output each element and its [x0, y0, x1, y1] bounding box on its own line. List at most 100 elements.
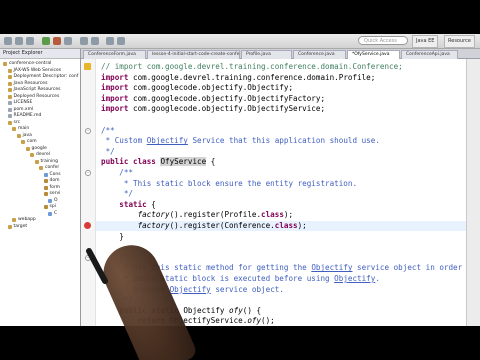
tree-item[interactable]: Cons — [43, 171, 61, 178]
folder-icon — [12, 218, 16, 222]
back-icon[interactable] — [106, 37, 114, 45]
code-line: static { — [119, 199, 156, 209]
editor-tab[interactable]: lesson-4-initial-start-code-create-confe… — [147, 50, 240, 59]
tree-item[interactable]: Java Resources — [7, 81, 47, 87]
project-explorer-panel: Project Explorer conference-central JAX-W… — [0, 49, 81, 326]
tree-item-label: confer — [45, 165, 60, 170]
tree-item[interactable]: JavaScript Resources — [7, 87, 61, 93]
tree-item-label: Cons — [49, 171, 61, 177]
editor-scrollbar[interactable] — [466, 59, 480, 326]
debug-icon[interactable] — [53, 37, 61, 45]
file-icon — [7, 114, 12, 118]
tree-item[interactable]: README.md — [7, 113, 41, 119]
tree-item-label: conference-central — [9, 61, 52, 66]
java-icon — [43, 172, 48, 177]
tree-item[interactable]: java — [16, 132, 32, 139]
tree-item[interactable]: target — [7, 224, 27, 230]
tree-item[interactable]: src — [7, 119, 21, 126]
tree-item[interactable]: Deployment Descriptor: conf — [7, 74, 79, 80]
tree-item[interactable]: JAX-WS Web Services — [7, 67, 62, 74]
run-icon[interactable] — [42, 37, 50, 45]
code-line: import com.googlecode.objectify.Objectif… — [101, 83, 294, 93]
new-icon[interactable] — [4, 37, 12, 45]
perspective-java-ee[interactable]: Java EE — [412, 35, 439, 48]
open-type-icon[interactable] — [91, 37, 99, 45]
tree-item[interactable]: LICENSE — [7, 100, 33, 106]
editor-tab[interactable]: ConferenceApi.java — [401, 50, 458, 59]
package-icon — [43, 205, 48, 209]
editor-tab[interactable]: Profile.java — [241, 50, 292, 59]
save-icon[interactable] — [15, 37, 23, 45]
external-tools-icon[interactable] — [64, 37, 72, 45]
code-line: */ — [101, 146, 115, 156]
editor-tab[interactable]: ConferenceForm.java — [83, 50, 146, 59]
tree-item[interactable]: devrel — [30, 152, 50, 158]
editor-tab[interactable]: Conference.java — [293, 50, 346, 59]
tree-item-label: src — [13, 119, 21, 125]
tree-item-label: main — [18, 126, 30, 131]
tree-item-label: devrel — [36, 152, 51, 157]
tree-item-label: com — [27, 139, 37, 144]
tree-item-label: LICENSE — [13, 100, 33, 105]
tree-item-label: JavaScript Resources — [13, 87, 61, 92]
editor-tab[interactable]: *OfyService.java — [347, 50, 400, 59]
folder-icon — [39, 166, 43, 170]
fold-toggle-icon[interactable]: - — [85, 127, 91, 134]
package-icon — [43, 179, 48, 183]
package-icon — [43, 185, 48, 190]
code-line: } — [101, 231, 124, 241]
main-toolbar: Quick Access Java EE Resource — [0, 34, 480, 49]
tree-item-label: servi — [49, 191, 61, 196]
code-line: */ — [101, 189, 134, 199]
tree-item[interactable]: confer — [39, 165, 59, 171]
tree-item[interactable]: servi — [43, 191, 61, 197]
java-icon — [48, 198, 52, 203]
code-line: import com.google.devrel.training.confer… — [101, 72, 376, 82]
tree-item[interactable]: main — [12, 126, 29, 132]
tree-item[interactable]: Deployed Resources — [7, 93, 60, 100]
editor-tab-bar: ConferenceForm.java lesson-4-initial-star… — [81, 49, 480, 59]
quick-access-input[interactable]: Quick Access — [358, 36, 408, 45]
tree-item[interactable]: pom.xml — [7, 107, 33, 113]
code-line: public class OfyService { — [101, 157, 216, 167]
tree-item-label: google — [31, 145, 47, 151]
tree-item[interactable]: google — [25, 145, 47, 152]
code-line: /** — [101, 168, 134, 177]
tree-item[interactable]: O — [48, 198, 58, 204]
tree-item-label: JAX-WS Web Services — [13, 67, 62, 73]
project-explorer-title: Project Explorer — [0, 49, 80, 59]
tree-item-label: java — [22, 132, 32, 138]
folder-icon — [7, 68, 12, 73]
tree-item[interactable]: dom — [43, 178, 60, 184]
print-icon[interactable] — [26, 37, 34, 45]
error-marker-icon[interactable] — [84, 222, 91, 229]
tree-item[interactable]: training — [34, 159, 58, 165]
folder-icon — [16, 133, 21, 138]
folder-icon — [7, 120, 12, 125]
tree-item[interactable]: webapp — [12, 217, 36, 223]
warning-marker-icon[interactable] — [84, 63, 91, 70]
project-icon — [3, 62, 7, 66]
folder-icon — [7, 94, 12, 99]
file-icon — [7, 101, 12, 105]
folder-icon — [7, 224, 12, 229]
tree-item[interactable]: conference-central — [3, 61, 51, 67]
perspective-resource[interactable]: Resource — [444, 35, 475, 48]
tree-item-label: C — [54, 210, 58, 216]
tree-item-label: O — [54, 197, 58, 203]
tree-item[interactable]: spi — [43, 204, 56, 210]
tree-item[interactable]: C — [48, 211, 57, 217]
java-icon — [48, 211, 52, 216]
tree-item-label: spi — [49, 204, 56, 209]
search-icon[interactable] — [80, 37, 88, 45]
file-icon — [7, 107, 12, 112]
fold-toggle-icon[interactable]: - — [85, 170, 91, 176]
tree-item[interactable]: form — [43, 185, 60, 191]
code-line: import com.googlecode.objectify.Objectif… — [101, 104, 326, 114]
tree-item-label: Deployment Descriptor: conf — [13, 74, 79, 79]
tree-item[interactable]: com — [21, 139, 37, 145]
editor-gutter: --- — [81, 59, 96, 326]
forward-icon[interactable] — [117, 37, 125, 45]
tree-item-label: Deployed Resources — [13, 93, 60, 99]
folder-icon — [7, 81, 12, 86]
